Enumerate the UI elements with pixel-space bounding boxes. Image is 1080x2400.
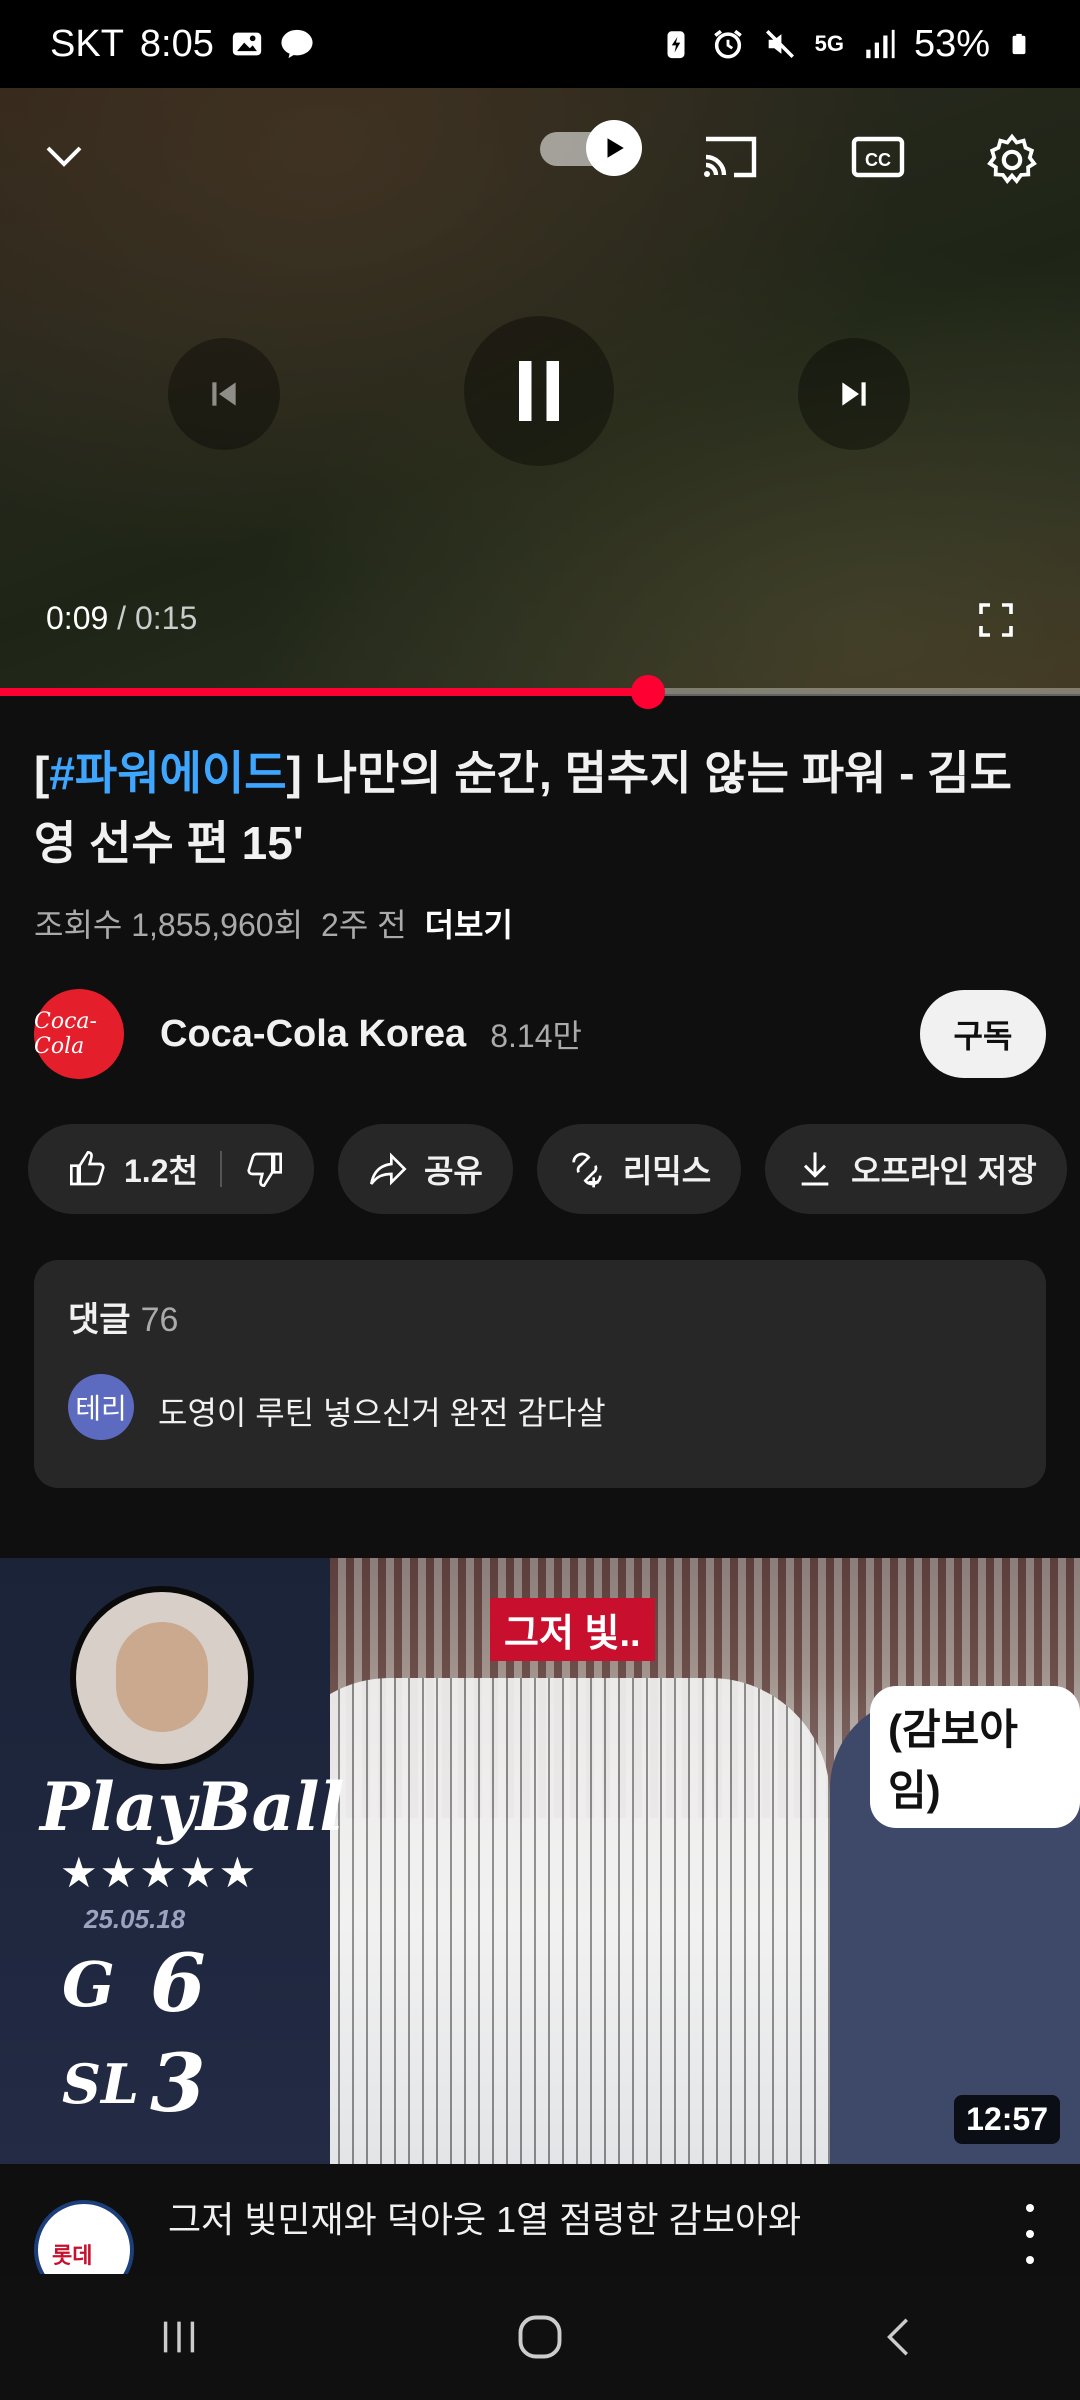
video-player[interactable]: CC 0:09 / 0:15	[0, 88, 1080, 694]
comment-author-avatar: 테리	[68, 1374, 134, 1440]
more-button[interactable]: 더보기	[425, 900, 513, 946]
subscribe-button[interactable]: 구독	[920, 990, 1046, 1078]
pause-button[interactable]	[464, 316, 614, 466]
remix-label: 리믹스	[622, 1153, 712, 1189]
autoplay-play-icon	[607, 138, 624, 158]
next-button[interactable]	[798, 338, 910, 450]
view-count: 조회수 1,855,960회	[34, 907, 304, 943]
current-time: 0:09	[46, 600, 109, 636]
rating-stars: ★★★★★	[60, 1849, 259, 1896]
team-2: SL	[62, 2052, 139, 2116]
action-chips: 1.2천 공유 리믹스 오프라인 저장	[28, 1124, 1067, 1214]
more-options-icon[interactable]	[1010, 2204, 1050, 2264]
status-bar: SKT 8:05 5G 53%	[0, 0, 1080, 88]
signal-icon	[866, 29, 895, 59]
recent-apps-icon[interactable]	[156, 2314, 202, 2360]
battery-saver-icon	[667, 31, 685, 59]
comments-header: 댓글 76	[68, 1292, 178, 1341]
subscriber-count: 8.14만	[490, 1018, 582, 1054]
clock: 8:05	[139, 22, 214, 65]
video-duration: 12:57	[954, 2095, 1060, 2144]
skip-previous-icon	[212, 382, 236, 406]
share-icon	[369, 1152, 407, 1186]
gallery-icon	[232, 32, 262, 56]
skip-next-icon	[842, 382, 866, 406]
progress-played	[0, 688, 648, 696]
thumbnail-players	[270, 1678, 830, 2164]
home-icon[interactable]	[514, 2311, 566, 2363]
battery-percent: 53%	[913, 22, 990, 65]
score-2: 3	[150, 2036, 206, 2130]
host-portrait	[70, 1586, 254, 1770]
thumbs-down-icon[interactable]	[244, 1149, 284, 1189]
chip-divider	[219, 1151, 222, 1187]
system-nav-bar	[0, 2274, 1080, 2400]
minimize-chevron-icon[interactable]	[44, 140, 84, 170]
video-title[interactable]: [#파워에이드] 나만의 순간, 멈추지 않는 파워 - 김도영 선수 편 15…	[34, 738, 1044, 878]
settings-gear-icon[interactable]	[984, 132, 1040, 188]
channel-avatar[interactable]: Coca-Cola	[34, 989, 124, 1079]
channel-avatar-logo: Coca-Cola	[34, 1009, 97, 1059]
remix-icon	[572, 1152, 602, 1188]
carrier-label: SKT	[50, 22, 124, 65]
captions-icon[interactable]: CC	[850, 132, 906, 182]
hashtag-link[interactable]: #파워에이드	[49, 747, 286, 799]
remix-button[interactable]: 리믹스	[536, 1124, 742, 1214]
video-meta[interactable]: 조회수 1,855,960회 2주 전 더보기	[34, 900, 513, 946]
upload-age: 2주 전	[321, 907, 407, 943]
download-label: 오프라인 저장	[851, 1153, 1037, 1189]
playball-logo: PlayBall	[40, 1768, 345, 1846]
next-video-thumbnail[interactable]: 그저 빛.. (감보아임) PlayBall ★★★★★ 25.05.18 G …	[0, 1558, 1080, 2164]
download-button[interactable]: 오프라인 저장	[765, 1124, 1067, 1214]
comments-title: 댓글	[68, 1301, 131, 1339]
channel-name[interactable]: Coca-Cola Korea	[160, 1013, 466, 1056]
fullscreen-icon[interactable]	[978, 602, 1014, 638]
previous-button[interactable]	[168, 338, 280, 450]
channel-row[interactable]: Coca-Cola Coca-Cola Korea 8.14만 구독	[34, 988, 1046, 1080]
next-video-title[interactable]: 그저 빛민재와 덕아웃 1열 점령한 감보아와	[168, 2194, 968, 2246]
cast-icon[interactable]	[700, 132, 760, 182]
total-time: 0:15	[134, 600, 198, 636]
thumbnail-scoreboard: PlayBall ★★★★★ 25.05.18 G 6 SL 3	[0, 1558, 345, 2164]
network-type: 5G	[814, 31, 844, 56]
svg-text:CC: CC	[865, 150, 891, 170]
comments-count: 76	[140, 1301, 179, 1339]
back-icon[interactable]	[878, 2314, 924, 2360]
download-icon	[801, 1152, 829, 1186]
thumbnail-bubble-1: 그저 빛..	[490, 1598, 655, 1661]
kakaotalk-icon	[281, 29, 313, 59]
alarm-icon	[713, 29, 742, 59]
share-label: 공유	[423, 1153, 483, 1189]
share-button[interactable]: 공유	[337, 1124, 513, 1214]
progress-bar[interactable]	[0, 688, 1080, 696]
top-comment-text: 도영이 루틴 넣으신거 완전 감다살	[158, 1395, 606, 1431]
scrubber-handle[interactable]	[631, 675, 665, 709]
game-date: 25.05.18	[84, 1904, 186, 1934]
battery-icon	[1012, 33, 1026, 55]
next-video-info[interactable]: 롯데 그저 빛민재와 덕아웃 1열 점령한 감보아와	[0, 2164, 1080, 2274]
mute-icon	[765, 29, 794, 59]
score-1: 6	[150, 1936, 206, 2030]
like-count[interactable]: 1.2천	[124, 1146, 198, 1192]
thumbnail-bubble-2: (감보아임)	[870, 1686, 1080, 1828]
next-channel-avatar[interactable]: 롯데	[34, 2200, 134, 2274]
playback-time: 0:09 / 0:15	[46, 600, 197, 637]
autoplay-toggle[interactable]	[540, 118, 644, 178]
pause-icon	[519, 361, 559, 421]
comments-panel[interactable]: 댓글 76 테리 도영이 루틴 넣으신거 완전 감다살	[34, 1260, 1046, 1488]
time-separator: /	[117, 600, 127, 636]
next-channel-avatar-text: 롯데	[52, 2243, 93, 2268]
team-1: G	[62, 1948, 115, 2021]
thumbs-up-icon[interactable]	[68, 1149, 108, 1189]
like-dislike-chip: 1.2천	[28, 1124, 314, 1214]
